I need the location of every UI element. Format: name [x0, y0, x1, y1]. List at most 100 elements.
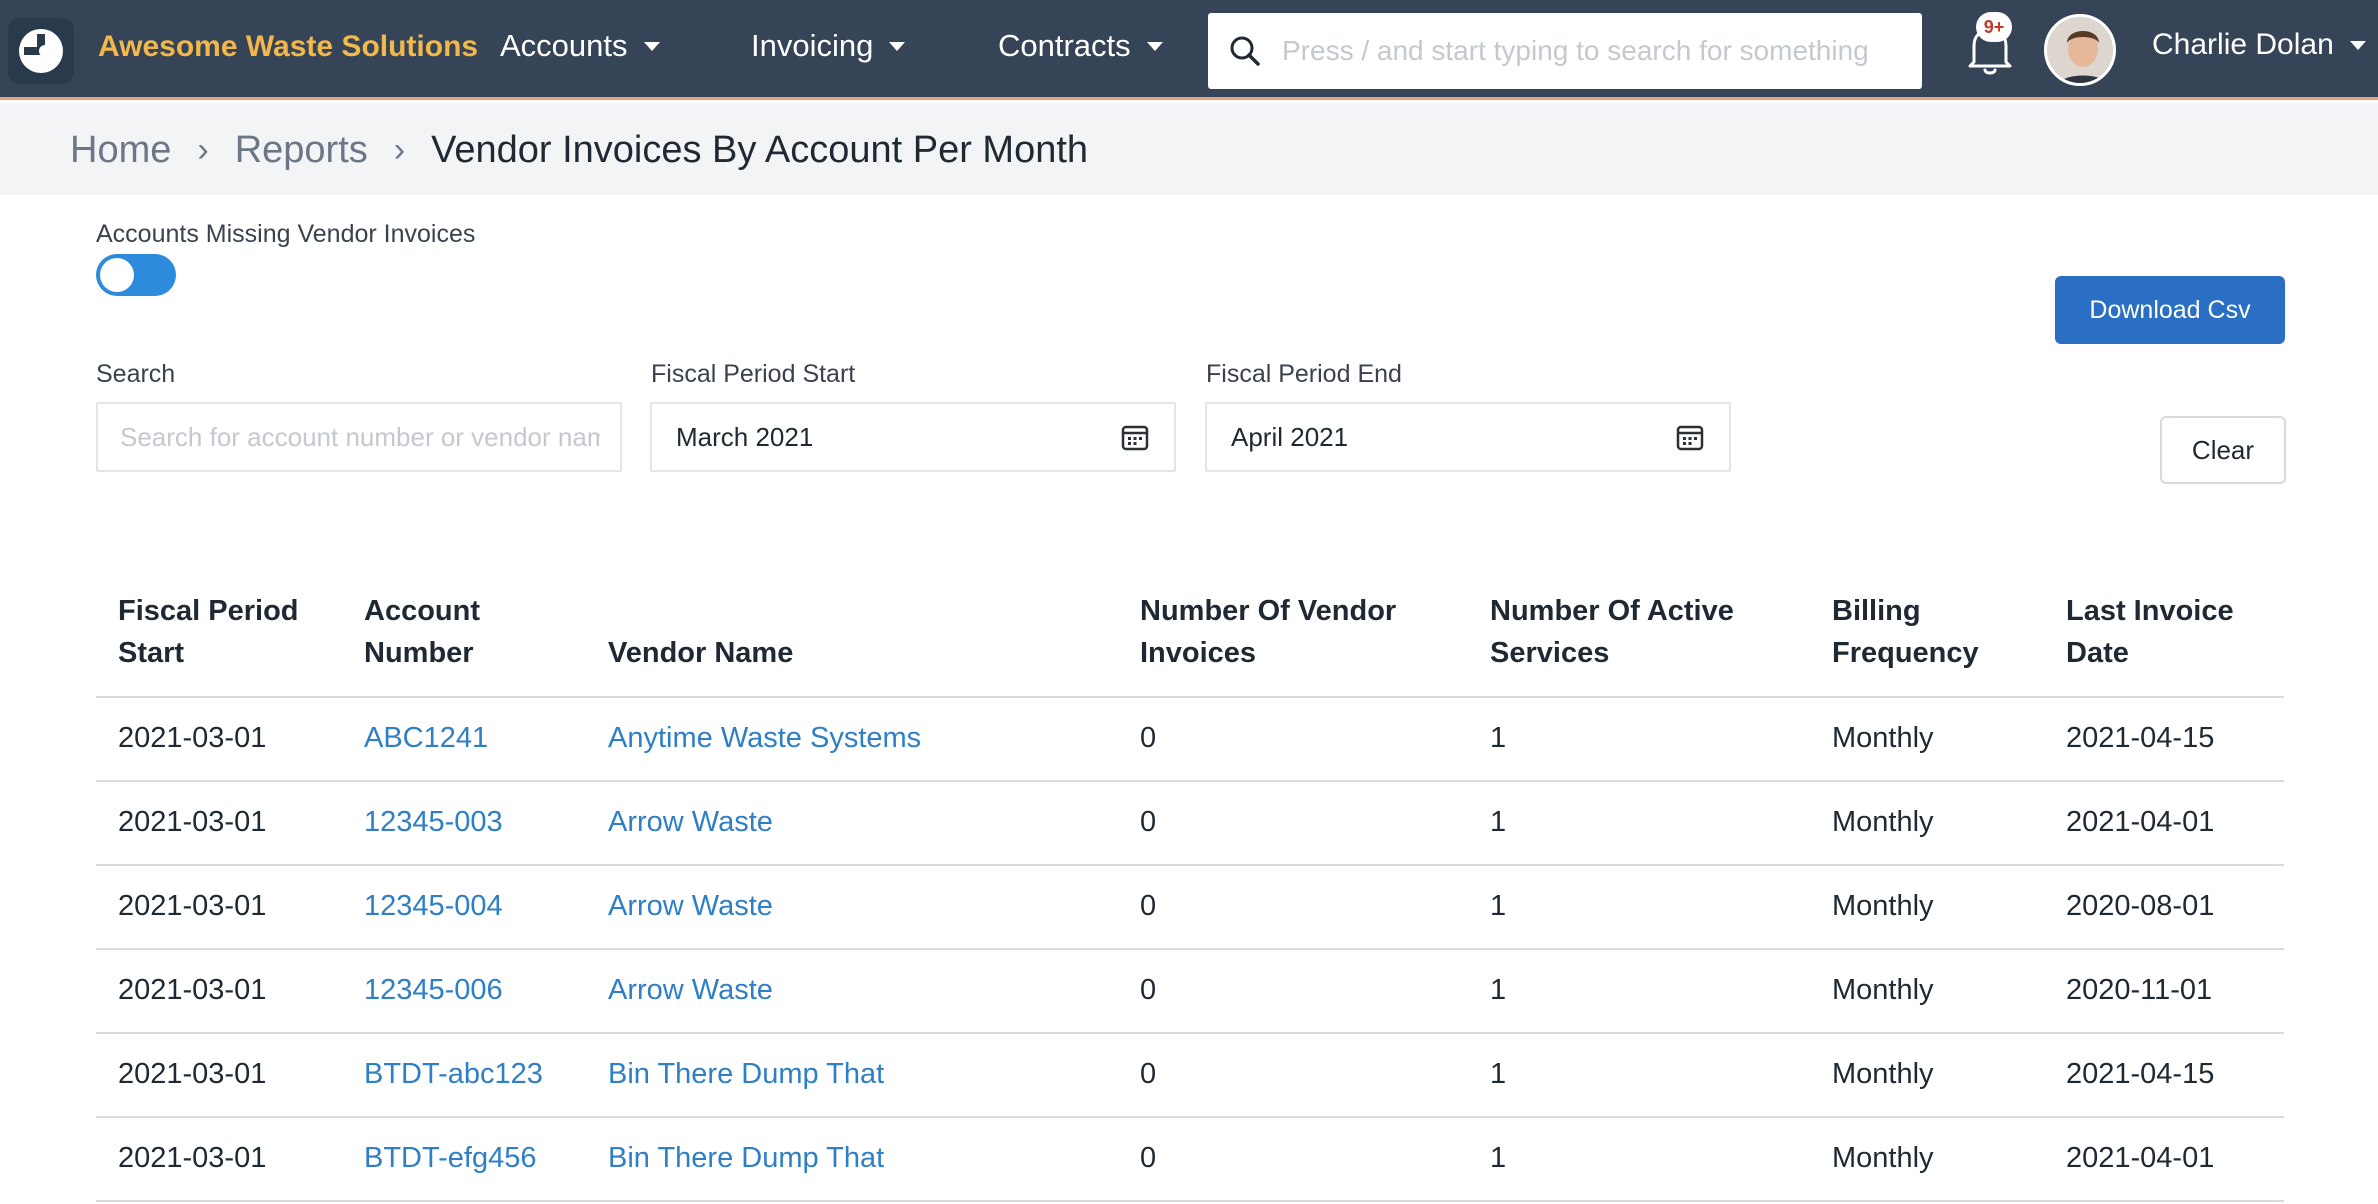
cell-vendor-invoices: 0 [1140, 806, 1157, 838]
cell-active-services: 1 [1490, 722, 1507, 754]
caret-down-icon [889, 41, 906, 51]
cell-last-invoice-date: 2020-11-01 [2066, 974, 2213, 1006]
header-line: Fiscal Period [118, 595, 299, 627]
cell-active-services: 1 [1490, 1058, 1507, 1090]
header-line: Services [1490, 637, 1610, 669]
vendor-link[interactable]: Arrow Waste [608, 974, 773, 1007]
calendar-icon[interactable] [1120, 422, 1150, 452]
top-nav: Awesome Waste Solutions Accounts Invoici… [0, 0, 2378, 100]
table-row: 2021-03-01 12345-006 Arrow Waste 0 1 Mon… [96, 950, 2284, 1034]
account-link[interactable]: 12345-004 [364, 890, 503, 923]
vendor-link[interactable]: Anytime Waste Systems [608, 722, 921, 755]
page-title: Vendor Invoices By Account Per Month [431, 129, 1089, 171]
search-icon [1230, 36, 1260, 66]
cell-billing-frequency: Monthly [1832, 722, 1934, 754]
header-line: Invoices [1140, 637, 1257, 669]
cell-billing-frequency: Monthly [1832, 890, 1934, 922]
missing-invoices-toggle[interactable] [96, 254, 176, 296]
account-link[interactable]: 12345-006 [364, 974, 503, 1007]
cell-active-services: 1 [1490, 890, 1507, 922]
fiscal-start-value: March 2021 [676, 421, 814, 452]
report-table: Fiscal Period Start Account Number Vendo… [96, 580, 2284, 1202]
account-link[interactable]: BTDT-abc123 [364, 1058, 543, 1091]
fiscal-start-label: Fiscal Period Start [651, 360, 856, 388]
header-last-invoice-date[interactable]: Last Invoice Date [2066, 590, 2234, 674]
breadcrumb-reports[interactable]: Reports [235, 129, 368, 172]
cell-billing-frequency: Monthly [1832, 1058, 1934, 1090]
cell-active-services: 1 [1490, 806, 1507, 838]
fiscal-end-picker[interactable]: April 2021 [1205, 402, 1731, 472]
cell-fiscal-period: 2021-03-01 [118, 890, 267, 922]
vendor-link[interactable]: Bin There Dump That [608, 1058, 884, 1091]
cell-last-invoice-date: 2021-04-01 [2066, 806, 2215, 838]
cell-fiscal-period: 2021-03-01 [118, 1058, 267, 1090]
vendor-link[interactable]: Bin There Dump That [608, 1142, 884, 1175]
nav-invoicing-label: Invoicing [751, 28, 874, 63]
breadcrumb: Home › Reports › Vendor Invoices By Acco… [70, 129, 1088, 172]
cell-active-services: 1 [1490, 974, 1507, 1006]
cell-last-invoice-date: 2021-04-15 [2066, 1058, 2215, 1090]
cell-billing-frequency: Monthly [1832, 1142, 1934, 1174]
cell-active-services: 1 [1490, 1142, 1507, 1174]
nav-contracts-label: Contracts [998, 28, 1131, 63]
fiscal-end-label: Fiscal Period End [1206, 360, 1402, 388]
header-line: Number [364, 637, 474, 669]
nav-invoicing[interactable]: Invoicing [751, 28, 906, 64]
header-line: Vendor Name [608, 637, 794, 669]
header-fiscal-period-start[interactable]: Fiscal Period Start [118, 590, 299, 674]
header-line: Date [2066, 637, 2129, 669]
report-search-input[interactable] [120, 421, 600, 453]
header-account-number[interactable]: Account Number [364, 590, 480, 674]
toggle-knob [100, 258, 134, 292]
breadcrumb-home[interactable]: Home [70, 129, 171, 172]
table-row: 2021-03-01 BTDT-abc123 Bin There Dump Th… [96, 1034, 2284, 1118]
header-line: Start [118, 637, 185, 669]
vendor-link[interactable]: Arrow Waste [608, 806, 773, 839]
cell-vendor-invoices: 0 [1140, 890, 1157, 922]
global-search-input[interactable] [1282, 35, 1882, 67]
header-number-of-vendor-invoices[interactable]: Number Of Vendor Invoices [1140, 590, 1396, 674]
account-link[interactable]: BTDT-efg456 [364, 1142, 536, 1175]
header-line: Last Invoice [2066, 595, 2234, 627]
cell-billing-frequency: Monthly [1832, 974, 1934, 1006]
clear-button[interactable]: Clear [2160, 416, 2286, 484]
cell-fiscal-period: 2021-03-01 [118, 1142, 267, 1174]
cell-last-invoice-date: 2020-08-01 [2066, 890, 2215, 922]
account-link[interactable]: ABC1241 [364, 722, 488, 755]
account-link[interactable]: 12345-003 [364, 806, 503, 839]
logo-icon[interactable] [8, 18, 74, 84]
caret-down-icon [643, 41, 660, 51]
user-menu[interactable]: Charlie Dolan [2152, 28, 2366, 62]
cell-vendor-invoices: 0 [1140, 974, 1157, 1006]
missing-invoices-label: Accounts Missing Vendor Invoices [96, 220, 476, 248]
global-search[interactable] [1208, 13, 1922, 89]
cell-last-invoice-date: 2021-04-15 [2066, 722, 2215, 754]
calendar-icon[interactable] [1675, 422, 1705, 452]
header-line: Billing [1832, 595, 1921, 627]
table-header: Fiscal Period Start Account Number Vendo… [96, 580, 2284, 698]
header-number-of-active-services[interactable]: Number Of Active Services [1490, 590, 1734, 674]
vendor-link[interactable]: Arrow Waste [608, 890, 773, 923]
cell-fiscal-period: 2021-03-01 [118, 806, 267, 838]
cell-billing-frequency: Monthly [1832, 806, 1934, 838]
caret-down-icon [2349, 40, 2366, 50]
cell-vendor-invoices: 0 [1140, 1058, 1157, 1090]
cell-fiscal-period: 2021-03-01 [118, 974, 267, 1006]
breadcrumb-bar: Home › Reports › Vendor Invoices By Acco… [0, 103, 2378, 195]
nav-accounts[interactable]: Accounts [500, 28, 660, 64]
download-csv-button[interactable]: Download Csv [2055, 276, 2285, 344]
fiscal-start-picker[interactable]: March 2021 [650, 402, 1176, 472]
table-row: 2021-03-01 12345-004 Arrow Waste 0 1 Mon… [96, 866, 2284, 950]
header-billing-frequency[interactable]: Billing Frequency [1832, 590, 1979, 674]
cell-vendor-invoices: 0 [1140, 1142, 1157, 1174]
header-line: Account [364, 595, 480, 627]
brand-name[interactable]: Awesome Waste Solutions [98, 30, 478, 64]
nav-contracts[interactable]: Contracts [998, 28, 1163, 64]
header-line: Number Of Vendor [1140, 595, 1397, 627]
table-row: 2021-03-01 ABC1241 Anytime Waste Systems… [96, 698, 2284, 782]
cell-vendor-invoices: 0 [1140, 722, 1157, 754]
header-vendor-name[interactable]: Vendor Name [608, 632, 793, 674]
table-row: 2021-03-01 BTDT-efg456 Bin There Dump Th… [96, 1118, 2284, 1202]
avatar[interactable] [2044, 14, 2116, 86]
report-search-field[interactable] [96, 402, 622, 472]
